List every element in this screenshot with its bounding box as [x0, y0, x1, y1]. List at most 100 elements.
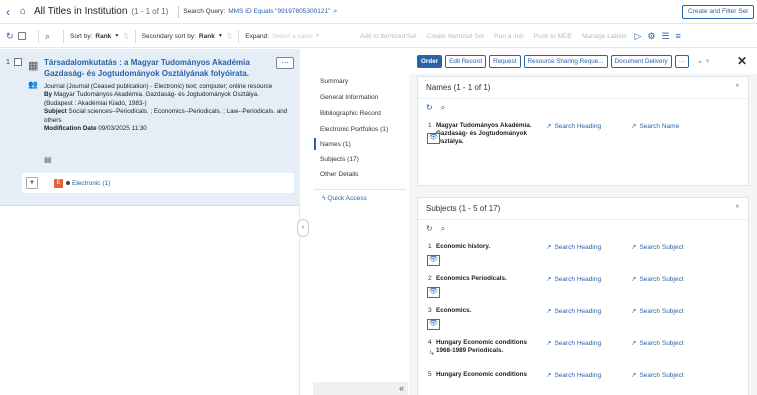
subjects-section-title: Subjects (1 - 5 of 17)	[426, 204, 501, 213]
sort-select[interactable]: Rank	[95, 33, 111, 40]
external-link-icon: ↗	[546, 372, 552, 379]
subject-label: Subject	[44, 108, 67, 116]
names-section-title: Names (1 - 1 of 1)	[426, 83, 491, 92]
document-delivery-button[interactable]: Document Delivery	[610, 55, 672, 68]
search-icon[interactable]: ⌕	[441, 224, 445, 233]
electronic-availability-link[interactable]: Electronic (1)	[72, 180, 110, 187]
secondary-sort-select[interactable]: Rank	[199, 33, 215, 40]
filter-icon[interactable]: ☰	[661, 31, 669, 42]
search-subject-link[interactable]: ↗ Search Subject	[631, 275, 684, 283]
external-link-icon: ↗	[631, 276, 637, 283]
search-icon[interactable]: ⌕	[45, 31, 57, 42]
sort-direction-icon[interactable]: ⇅	[227, 32, 232, 40]
preview-icon[interactable]: 👁	[427, 287, 440, 298]
sort-direction-icon[interactable]: ⇅	[123, 32, 128, 40]
quick-access-link[interactable]: ϟ Quick Access	[322, 195, 367, 202]
more-actions-button[interactable]: ···	[276, 57, 294, 69]
chevron-up-icon[interactable]: ^	[736, 198, 739, 220]
more-actions-button[interactable]: ···	[674, 55, 689, 68]
home-icon[interactable]: ⌂	[20, 6, 34, 17]
manage-labels-button[interactable]: Manage Labels	[582, 33, 626, 40]
chevron-down-icon[interactable]: ▼	[26, 177, 38, 189]
request-button[interactable]: Request	[489, 55, 521, 68]
order-button[interactable]: Order	[417, 55, 443, 68]
search-heading-link[interactable]: ↗ Search Heading	[546, 371, 601, 379]
external-link-icon: ↗	[631, 340, 637, 347]
refresh-icon[interactable]: ↻	[6, 31, 18, 42]
expand-label: Expand:	[245, 32, 270, 40]
external-link-icon: ↗	[546, 276, 552, 283]
nav-item-subjects[interactable]: Subjects (17)	[320, 156, 359, 163]
settings-icon[interactable]: ⚙	[647, 31, 655, 42]
record-title-link[interactable]: Társadalomkutatás : a Magyar Tudományos …	[44, 57, 269, 79]
preview-icon[interactable]: 👁	[427, 319, 440, 330]
play-icon[interactable]: ▷	[634, 31, 641, 42]
edit-record-button[interactable]: Edit Record	[445, 55, 487, 68]
divider	[178, 5, 180, 18]
add-itemized-set-button[interactable]: Add to Itemized Set	[360, 33, 417, 40]
chevron-up-icon[interactable]: ^	[736, 77, 739, 99]
external-link-icon: ↗	[546, 244, 552, 251]
search-heading-link[interactable]: ↗ Search Heading	[546, 243, 601, 251]
select-all-checkbox[interactable]	[18, 32, 26, 40]
subjects-section: Subjects (1 - 5 of 17) ^ ↻ ⌕ 1 Economic h…	[417, 197, 749, 395]
expand-select[interactable]: Select a value	[272, 33, 313, 40]
resource-sharing-button[interactable]: Resource Sharing Reque...	[523, 55, 608, 68]
nav-item-electronic-portfolios[interactable]: Electronic Portfolios (1)	[320, 126, 388, 133]
subject-heading: Hungary Economic conditions	[436, 371, 527, 378]
refresh-icon[interactable]: ↻	[426, 224, 433, 233]
nav-item-other-details[interactable]: Other Details	[320, 171, 358, 178]
push-mde-button[interactable]: Push to MDE	[534, 33, 572, 40]
preview-icon[interactable]: 👁	[427, 255, 440, 266]
search-heading-link[interactable]: ↗ Search Heading	[546, 339, 601, 347]
create-filter-set-button[interactable]: Create and Filter Set	[682, 5, 754, 19]
collapse-nav-button[interactable]: «	[313, 382, 408, 395]
search-query-link[interactable]: MMS ID Equals "99197805300121"	[228, 8, 330, 15]
name-heading: Magyar Tudományos Akadémia. Gazdaság- és…	[436, 122, 532, 145]
create-itemized-set-button[interactable]: Create Itemized Set	[427, 33, 484, 40]
external-link-icon: ↗	[546, 308, 552, 315]
nav-item-bibliographic-record[interactable]: Bibliographic Record	[320, 110, 381, 117]
chevron-down-icon[interactable]: ▼	[218, 33, 223, 39]
search-subject-link[interactable]: ↗ Search Subject	[631, 371, 684, 379]
results-count: (1 - 1 of 1)	[131, 7, 169, 16]
nav-arrows-icon[interactable]: ▲ ▼	[697, 59, 711, 65]
search-icon[interactable]: ⌕	[333, 8, 337, 16]
search-heading-link[interactable]: ↗ Search Heading	[546, 122, 601, 130]
preview-icon[interactable]: 👁	[427, 133, 440, 144]
nav-item-names[interactable]: Names (1)	[320, 141, 351, 148]
search-icon[interactable]: ⌕	[441, 103, 445, 112]
search-name-link[interactable]: ↗ Search Name	[631, 122, 679, 130]
search-subject-link[interactable]: ↗ Search Subject	[631, 339, 684, 347]
bolt-icon: ϟ	[322, 195, 326, 202]
chevron-left-icon[interactable]: ‹	[6, 5, 20, 19]
subject-value: Social sciences--Periodicals. ; Economic…	[44, 108, 288, 124]
refresh-icon[interactable]: ↻	[426, 103, 433, 112]
search-subject-link[interactable]: ↗ Search Subject	[631, 243, 684, 251]
modified-value: 09/03/2025 11:30	[98, 125, 147, 133]
names-section: Names (1 - 1 of 1) ^ ↻ ⌕ 1 Magyar Tudomán…	[417, 76, 749, 186]
search-heading-link[interactable]: ↗ Search Heading	[546, 307, 601, 315]
people-icon: 👥	[28, 80, 38, 89]
table-row: 1 Economic history. ↗ Search Heading ↗ Sea…	[418, 238, 748, 270]
result-checkbox[interactable]	[14, 58, 22, 66]
row-number: 3	[428, 307, 432, 314]
nav-item-general-information[interactable]: General Information	[320, 94, 378, 101]
link-icon[interactable]: ↳	[429, 349, 435, 357]
results-list: 1 ▦ 👥 Társadalomkutatás : a Magyar Tudom…	[0, 49, 300, 395]
collapse-pane-button[interactable]: ‹	[297, 219, 309, 237]
record-type: Journal (Journal (Ceased publication) - …	[44, 83, 273, 90]
menu-icon[interactable]: ≡	[676, 31, 681, 41]
list-item[interactable]: 1 ▦ 👥 Társadalomkutatás : a Magyar Tudom…	[0, 49, 300, 206]
search-heading-link[interactable]: ↗ Search Heading	[546, 275, 601, 283]
chevron-down-icon[interactable]: ▼	[114, 33, 119, 39]
run-job-button[interactable]: Run a Job	[494, 33, 524, 40]
close-icon[interactable]: ✕	[737, 54, 747, 68]
external-link-icon: ↗	[631, 372, 637, 379]
external-link-icon: ↗	[546, 123, 552, 130]
result-number: 1	[6, 59, 10, 66]
nav-item-summary[interactable]: Summary	[320, 78, 348, 85]
by-label: By	[44, 91, 53, 99]
search-subject-link[interactable]: ↗ Search Subject	[631, 307, 684, 315]
chevron-down-icon[interactable]: ▼	[315, 33, 320, 39]
